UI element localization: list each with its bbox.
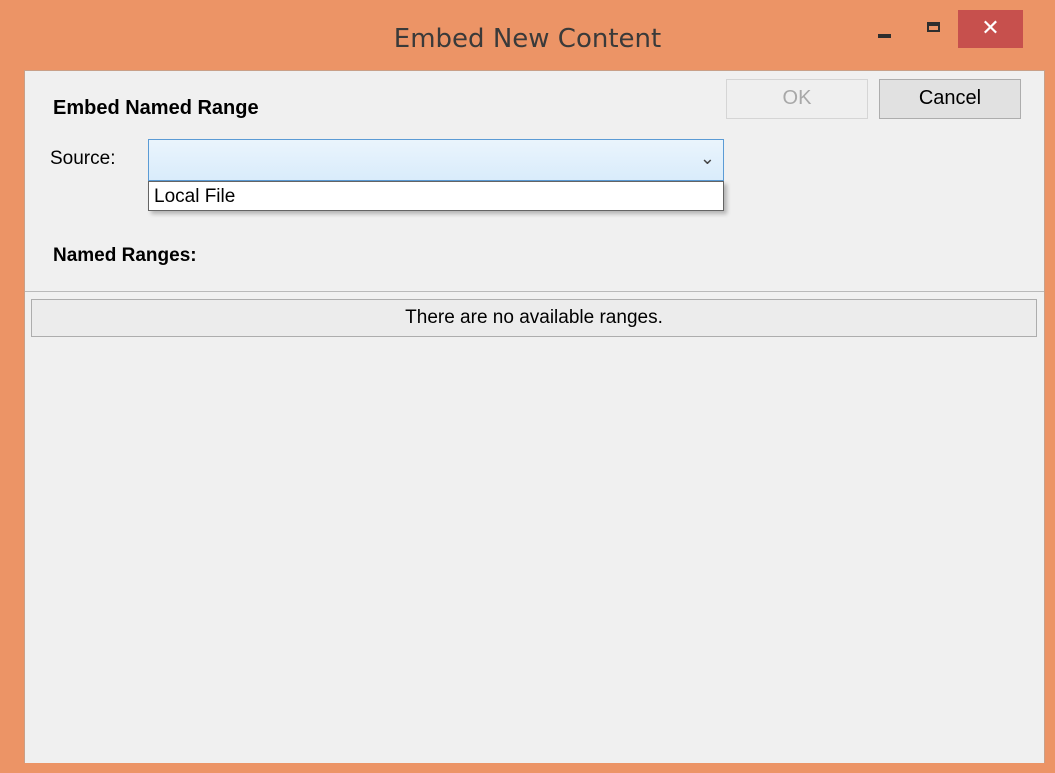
chevron-down-icon[interactable]: ⌄ — [700, 148, 715, 169]
section-heading: Embed Named Range — [53, 97, 259, 119]
minimize-icon — [877, 34, 891, 38]
source-dropdown[interactable]: ⌄ — [148, 139, 724, 181]
ok-button[interactable]: OK — [726, 79, 868, 119]
dialog-window: Embed New Content ✕ Embed Named Range OK… — [0, 0, 1055, 773]
close-button[interactable]: ✕ — [958, 10, 1023, 48]
named-ranges-list[interactable]: There are no available ranges. — [25, 291, 1044, 763]
source-dropdown-list: Local File — [148, 181, 724, 211]
maximize-button[interactable] — [912, 10, 954, 50]
named-ranges-label: Named Ranges: — [53, 245, 197, 266]
cancel-button[interactable]: Cancel — [879, 79, 1021, 119]
empty-list-message: There are no available ranges. — [31, 299, 1037, 337]
title-bar[interactable]: Embed New Content ✕ — [0, 0, 1055, 70]
dialog-content: Embed Named Range OK Cancel Source: ⌄ Lo… — [24, 70, 1045, 763]
source-label: Source: — [50, 148, 116, 169]
close-icon: ✕ — [981, 16, 1000, 41]
dropdown-option-local-file[interactable]: Local File — [154, 186, 235, 208]
minimize-button[interactable] — [861, 10, 907, 50]
maximize-icon — [926, 22, 940, 32]
